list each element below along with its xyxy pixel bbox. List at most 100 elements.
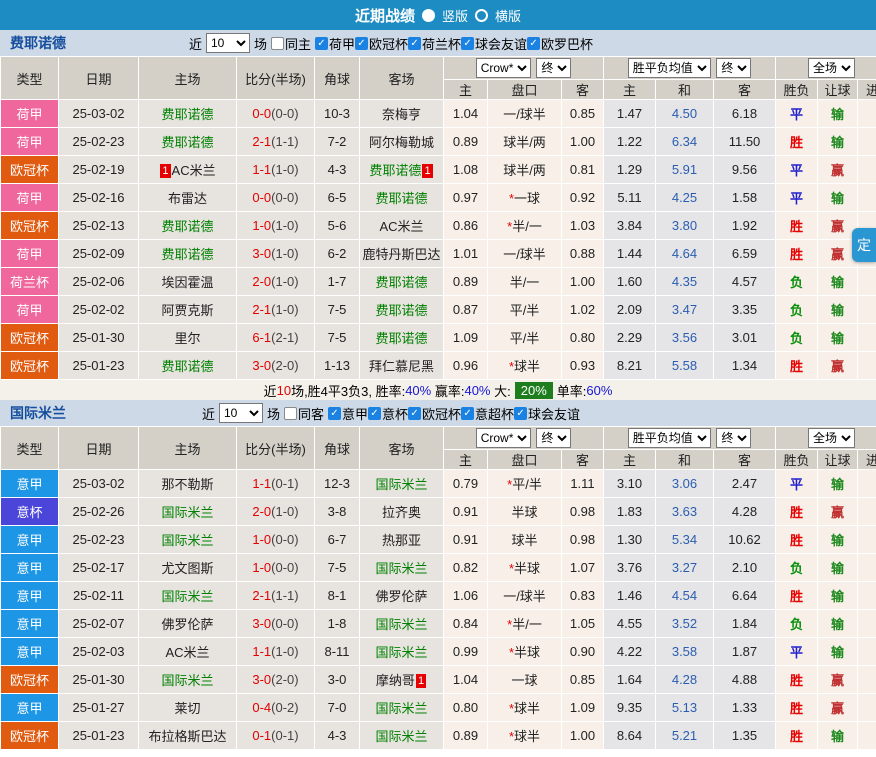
avg-draw-cell: 3.56 [656, 324, 714, 352]
bookmaker-select[interactable]: Crow* [476, 428, 531, 448]
page-title: 近期战绩 [355, 5, 415, 26]
fulltime-score: 3-0 [252, 616, 271, 631]
league-filter[interactable]: ✓球会友谊 [514, 404, 580, 423]
league-filter[interactable]: ✓意超杯 [461, 404, 514, 423]
avg-select[interactable]: 胜平负均值 [628, 428, 711, 448]
result-cell: 平 [776, 156, 818, 184]
checkbox-checked-icon[interactable]: ✓ [368, 407, 381, 420]
result-cell: 胜 [776, 694, 818, 722]
odds-home-cell: 0.89 [444, 268, 488, 296]
away-team-cell: 国际米兰 [360, 694, 444, 722]
checkbox-checked-icon[interactable]: ✓ [408, 37, 421, 50]
checkbox-checked-icon[interactable]: ✓ [355, 37, 368, 50]
fulltime-score: 0-1 [252, 728, 271, 743]
league-cell: 意杯 [1, 498, 59, 526]
handicap-cell: *半球 [488, 554, 562, 582]
league-filter[interactable]: ✓荷兰杯 [408, 34, 461, 53]
avg-final-select[interactable]: 终 [716, 428, 751, 448]
avg-draw-cell: 4.64 [656, 240, 714, 268]
avg-away-cell: 3.35 [714, 296, 776, 324]
horizontal-layout-radio[interactable] [475, 9, 488, 22]
odds-home-cell: 0.89 [444, 128, 488, 156]
star-mark: * [507, 219, 512, 234]
avg-home-cell: 3.10 [604, 470, 656, 498]
odds-away-cell: 0.92 [562, 184, 604, 212]
goals-cell [858, 184, 876, 212]
final-odds-select[interactable]: 终 [536, 428, 571, 448]
league-cell: 荷甲 [1, 100, 59, 128]
final-odds-select[interactable]: 终 [536, 58, 571, 78]
away-team-cell: 国际米兰 [360, 638, 444, 666]
avg-home-cell: 8.21 [604, 352, 656, 380]
checkbox-checked-icon[interactable]: ✓ [514, 407, 527, 420]
league-filter[interactable]: ✓欧冠杯 [408, 404, 461, 423]
league-filter[interactable]: ✓荷甲 [315, 34, 355, 53]
recent-count-select[interactable]: 10 [206, 33, 250, 53]
checkbox-unchecked-icon[interactable] [271, 37, 284, 50]
handicap-cell: *半/一 [488, 212, 562, 240]
date-cell: 25-01-23 [59, 352, 139, 380]
bookmaker-select[interactable]: Crow* [476, 58, 531, 78]
recent-count-select[interactable]: 10 [219, 403, 263, 423]
checkbox-checked-icon[interactable]: ✓ [315, 37, 328, 50]
halftime-score: (0-2) [271, 700, 298, 715]
odds-home-cell: 0.97 [444, 184, 488, 212]
team-name: 费耶诺德 [10, 33, 66, 53]
column-header-avg-home: 主 [604, 80, 656, 100]
league-filter[interactable]: ✓欧罗巴杯 [527, 34, 593, 53]
league-filter[interactable]: ✓球会友谊 [461, 34, 527, 53]
summary-text: 赢率: [431, 381, 464, 400]
score-cell: 2-1(1-1) [237, 128, 315, 156]
checkbox-checked-icon[interactable]: ✓ [328, 407, 341, 420]
checkbox-checked-icon[interactable]: ✓ [461, 407, 474, 420]
home-team-cell: 国际米兰 [139, 526, 237, 554]
odds-away-cell: 1.07 [562, 554, 604, 582]
league-filter[interactable]: ✓意甲 [328, 404, 368, 423]
result-cell: 胜 [776, 666, 818, 694]
scope-select[interactable]: 全场 [808, 428, 855, 448]
odds-home-cell: 0.91 [444, 498, 488, 526]
avg-select[interactable]: 胜平负均值 [628, 58, 711, 78]
home-team-name: 佛罗伦萨 [161, 617, 213, 632]
same-venue-filter[interactable]: 同主 [271, 34, 311, 53]
summary-text: 10 [277, 383, 291, 398]
horizontal-layout-label[interactable]: 横版 [495, 6, 521, 25]
fulltime-score: 1-1 [252, 476, 271, 491]
league-filter[interactable]: ✓欧冠杯 [355, 34, 408, 53]
score-cell: 1-1(1-0) [237, 156, 315, 184]
home-team-cell: 埃因霍温 [139, 268, 237, 296]
vertical-layout-label[interactable]: 竖版 [442, 6, 468, 25]
league-filter[interactable]: ✓意杯 [368, 404, 408, 423]
result-cell: 胜 [776, 526, 818, 554]
checkbox-checked-icon[interactable]: ✓ [527, 37, 540, 50]
score-cell: 0-0(0-0) [237, 100, 315, 128]
avg-draw-cell: 5.91 [656, 156, 714, 184]
score-cell: 1-0(0-0) [237, 554, 315, 582]
vertical-layout-radio[interactable] [422, 9, 435, 22]
avg-final-select[interactable]: 终 [716, 58, 751, 78]
scope-select[interactable]: 全场 [808, 58, 855, 78]
avg-away-cell: 2.47 [714, 470, 776, 498]
avg-home-cell: 2.29 [604, 324, 656, 352]
handicap-cell: 半球 [488, 498, 562, 526]
summary-text: 场,胜4平3负3, 胜率: [291, 381, 405, 400]
column-header-odds-home: 主 [444, 80, 488, 100]
same-venue-filter[interactable]: 同客 [284, 404, 324, 423]
checkbox-checked-icon[interactable]: ✓ [461, 37, 474, 50]
checkbox-checked-icon[interactable]: ✓ [408, 407, 421, 420]
result-cell: 负 [776, 324, 818, 352]
halftime-score: (0-1) [271, 476, 298, 491]
pin-tag[interactable]: 定 [852, 228, 876, 262]
league-cell: 意甲 [1, 554, 59, 582]
summary-text: 40% [405, 383, 431, 398]
results-table: 类型 日期 主场 比分(半场) 角球 客场 Crow* 终 胜平负均值 终 [0, 56, 876, 380]
odds-away-cell: 0.88 [562, 240, 604, 268]
column-header-odds-away: 客 [562, 450, 604, 470]
home-team-cell: 尤文图斯 [139, 554, 237, 582]
column-header-type: 类型 [1, 427, 59, 470]
date-cell: 25-02-09 [59, 240, 139, 268]
corner-cell: 7-2 [315, 128, 360, 156]
handicap-result-cell: 输 [818, 324, 858, 352]
checkbox-unchecked-icon[interactable] [284, 407, 297, 420]
odds-home-cell: 0.99 [444, 638, 488, 666]
